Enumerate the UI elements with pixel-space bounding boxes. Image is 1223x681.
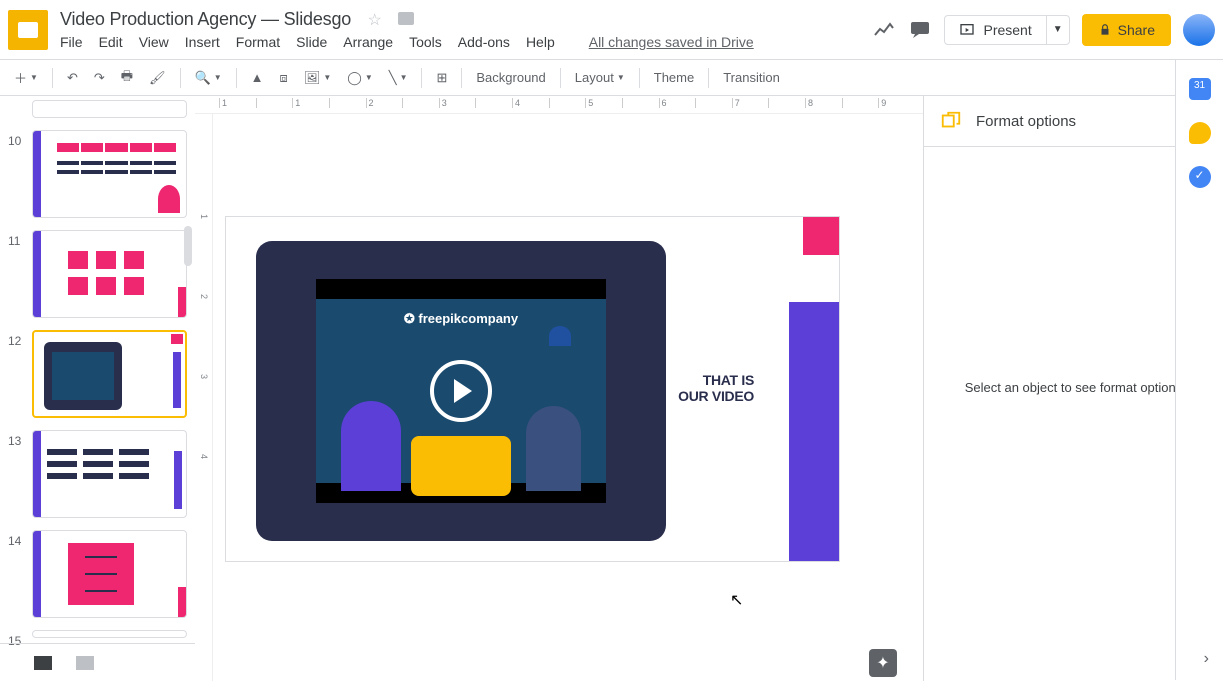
slide-canvas[interactable]: ✪ freepikcompany THAT IS OUR VIDEO	[225, 216, 840, 562]
thumb-num-12: 12	[8, 330, 32, 418]
filmstrip-scrollbar[interactable]	[184, 226, 192, 266]
lock-icon	[1098, 23, 1112, 37]
theme-button[interactable]: Theme	[648, 66, 700, 89]
ruler-horizontal: 1 1 2 3 4 5 6 7 8 9	[195, 96, 923, 114]
side-panel-toggle-icon[interactable]: ›	[1204, 650, 1209, 668]
video-placeholder[interactable]: ✪ freepikcompany	[256, 241, 666, 541]
textbox-tool[interactable]: ⧈	[274, 66, 294, 90]
menu-file[interactable]: File	[60, 34, 83, 50]
thumb-num-11: 11	[8, 230, 32, 318]
slide-thumb-12[interactable]	[32, 330, 187, 418]
share-button[interactable]: Share	[1082, 14, 1171, 46]
filmstrip-view-icon[interactable]	[34, 656, 52, 670]
shape-tool[interactable]: ◯▼	[341, 66, 378, 90]
select-tool[interactable]: ▲	[245, 66, 270, 89]
format-options-icon	[940, 110, 962, 132]
app-header: Video Production Agency — Slidesgo ☆ Fil…	[0, 0, 1223, 60]
document-title[interactable]: Video Production Agency — Slidesgo	[60, 9, 351, 29]
menu-format[interactable]: Format	[236, 34, 280, 50]
view-mode-bar	[0, 643, 195, 681]
layout-button[interactable]: Layout▼	[569, 66, 631, 89]
share-label: Share	[1118, 22, 1155, 38]
paint-format-button[interactable]: 🖌	[143, 66, 172, 90]
move-folder-icon[interactable]	[398, 12, 414, 25]
slide-thumb-13[interactable]	[32, 430, 187, 518]
new-slide-button[interactable]: ＋▼	[8, 64, 44, 91]
menu-addons[interactable]: Add-ons	[458, 34, 510, 50]
layout-label: Layout	[575, 70, 614, 85]
present-icon	[959, 22, 975, 38]
slide-title-line2: OUR VIDEO	[678, 388, 754, 404]
background-button[interactable]: Background	[470, 66, 551, 89]
slide-thumb-11[interactable]	[32, 230, 187, 318]
mouse-cursor: ↖	[730, 590, 743, 610]
menu-arrange[interactable]: Arrange	[343, 34, 393, 50]
present-dropdown[interactable]: ▼	[1046, 16, 1069, 44]
slide-thumb-10[interactable]	[32, 130, 187, 218]
slide-title-line1: THAT IS	[678, 372, 754, 388]
filmstrip[interactable]: 10 11 12 13 14 15	[0, 96, 195, 681]
menu-insert[interactable]: Insert	[185, 34, 220, 50]
comment-button[interactable]: ⊞	[430, 66, 453, 90]
transition-button[interactable]: Transition	[717, 66, 786, 89]
undo-button[interactable]: ↶	[61, 66, 84, 90]
calendar-icon[interactable]	[1189, 78, 1211, 100]
save-status[interactable]: All changes saved in Drive	[589, 34, 754, 50]
slide-thumb-9-partial[interactable]	[32, 100, 187, 118]
decor-purple-bar	[789, 302, 839, 561]
star-icon[interactable]: ☆	[368, 12, 382, 29]
account-avatar[interactable]	[1183, 14, 1215, 46]
side-panel: ›	[1175, 60, 1223, 680]
image-tool[interactable]: 🖼▼	[298, 66, 337, 90]
grid-view-icon[interactable]	[76, 656, 94, 670]
menu-help[interactable]: Help	[526, 34, 555, 50]
slides-logo[interactable]	[8, 10, 48, 50]
present-button[interactable]: Present	[945, 16, 1045, 44]
zoom-button[interactable]: 🔍▼	[189, 66, 228, 90]
keep-icon[interactable]	[1189, 122, 1211, 144]
slide-thumb-15-partial[interactable]	[32, 630, 187, 638]
video-brand-text: ✪ freepikcompany	[256, 311, 666, 327]
print-button[interactable]: 🖶	[115, 63, 139, 93]
thumb-num-14: 14	[8, 530, 32, 618]
illustration-person-1	[341, 401, 401, 491]
explore-button[interactable]: ✦	[869, 649, 897, 677]
present-label: Present	[983, 22, 1031, 38]
menu-slide[interactable]: Slide	[296, 34, 327, 50]
menu-edit[interactable]: Edit	[99, 34, 123, 50]
line-tool[interactable]: ╲▼	[383, 66, 414, 90]
menu-view[interactable]: View	[139, 34, 169, 50]
activity-icon[interactable]	[872, 18, 896, 42]
ruler-vertical: 1 2 3 4	[195, 114, 213, 681]
illustration-lamp	[549, 326, 571, 346]
menu-bar: File Edit View Insert Format Slide Arran…	[60, 34, 872, 50]
illustration-person-2	[526, 406, 581, 491]
tasks-icon[interactable]	[1189, 166, 1211, 188]
canvas-area[interactable]: 1 1 2 3 4 5 6 7 8 9 1 2 3 4	[195, 96, 923, 681]
illustration-sofa	[411, 436, 511, 496]
play-icon[interactable]	[430, 360, 492, 422]
video-letterbox-top	[316, 279, 606, 299]
slide-thumb-14[interactable]	[32, 530, 187, 618]
comments-icon[interactable]	[908, 18, 932, 42]
thumb-num-13: 13	[8, 430, 32, 518]
slide-title-text[interactable]: THAT IS OUR VIDEO	[678, 372, 754, 404]
panel-title: Format options	[976, 113, 1178, 130]
menu-tools[interactable]: Tools	[409, 34, 442, 50]
redo-button[interactable]: ↷	[88, 66, 111, 90]
toolbar: ＋▼ ↶ ↷ 🖶 🖌 🔍▼ ▲ ⧈ 🖼▼ ◯▼ ╲▼ ⊞ Background …	[0, 60, 1223, 96]
decor-pink-square	[803, 217, 839, 255]
thumb-num-10: 10	[8, 130, 32, 218]
